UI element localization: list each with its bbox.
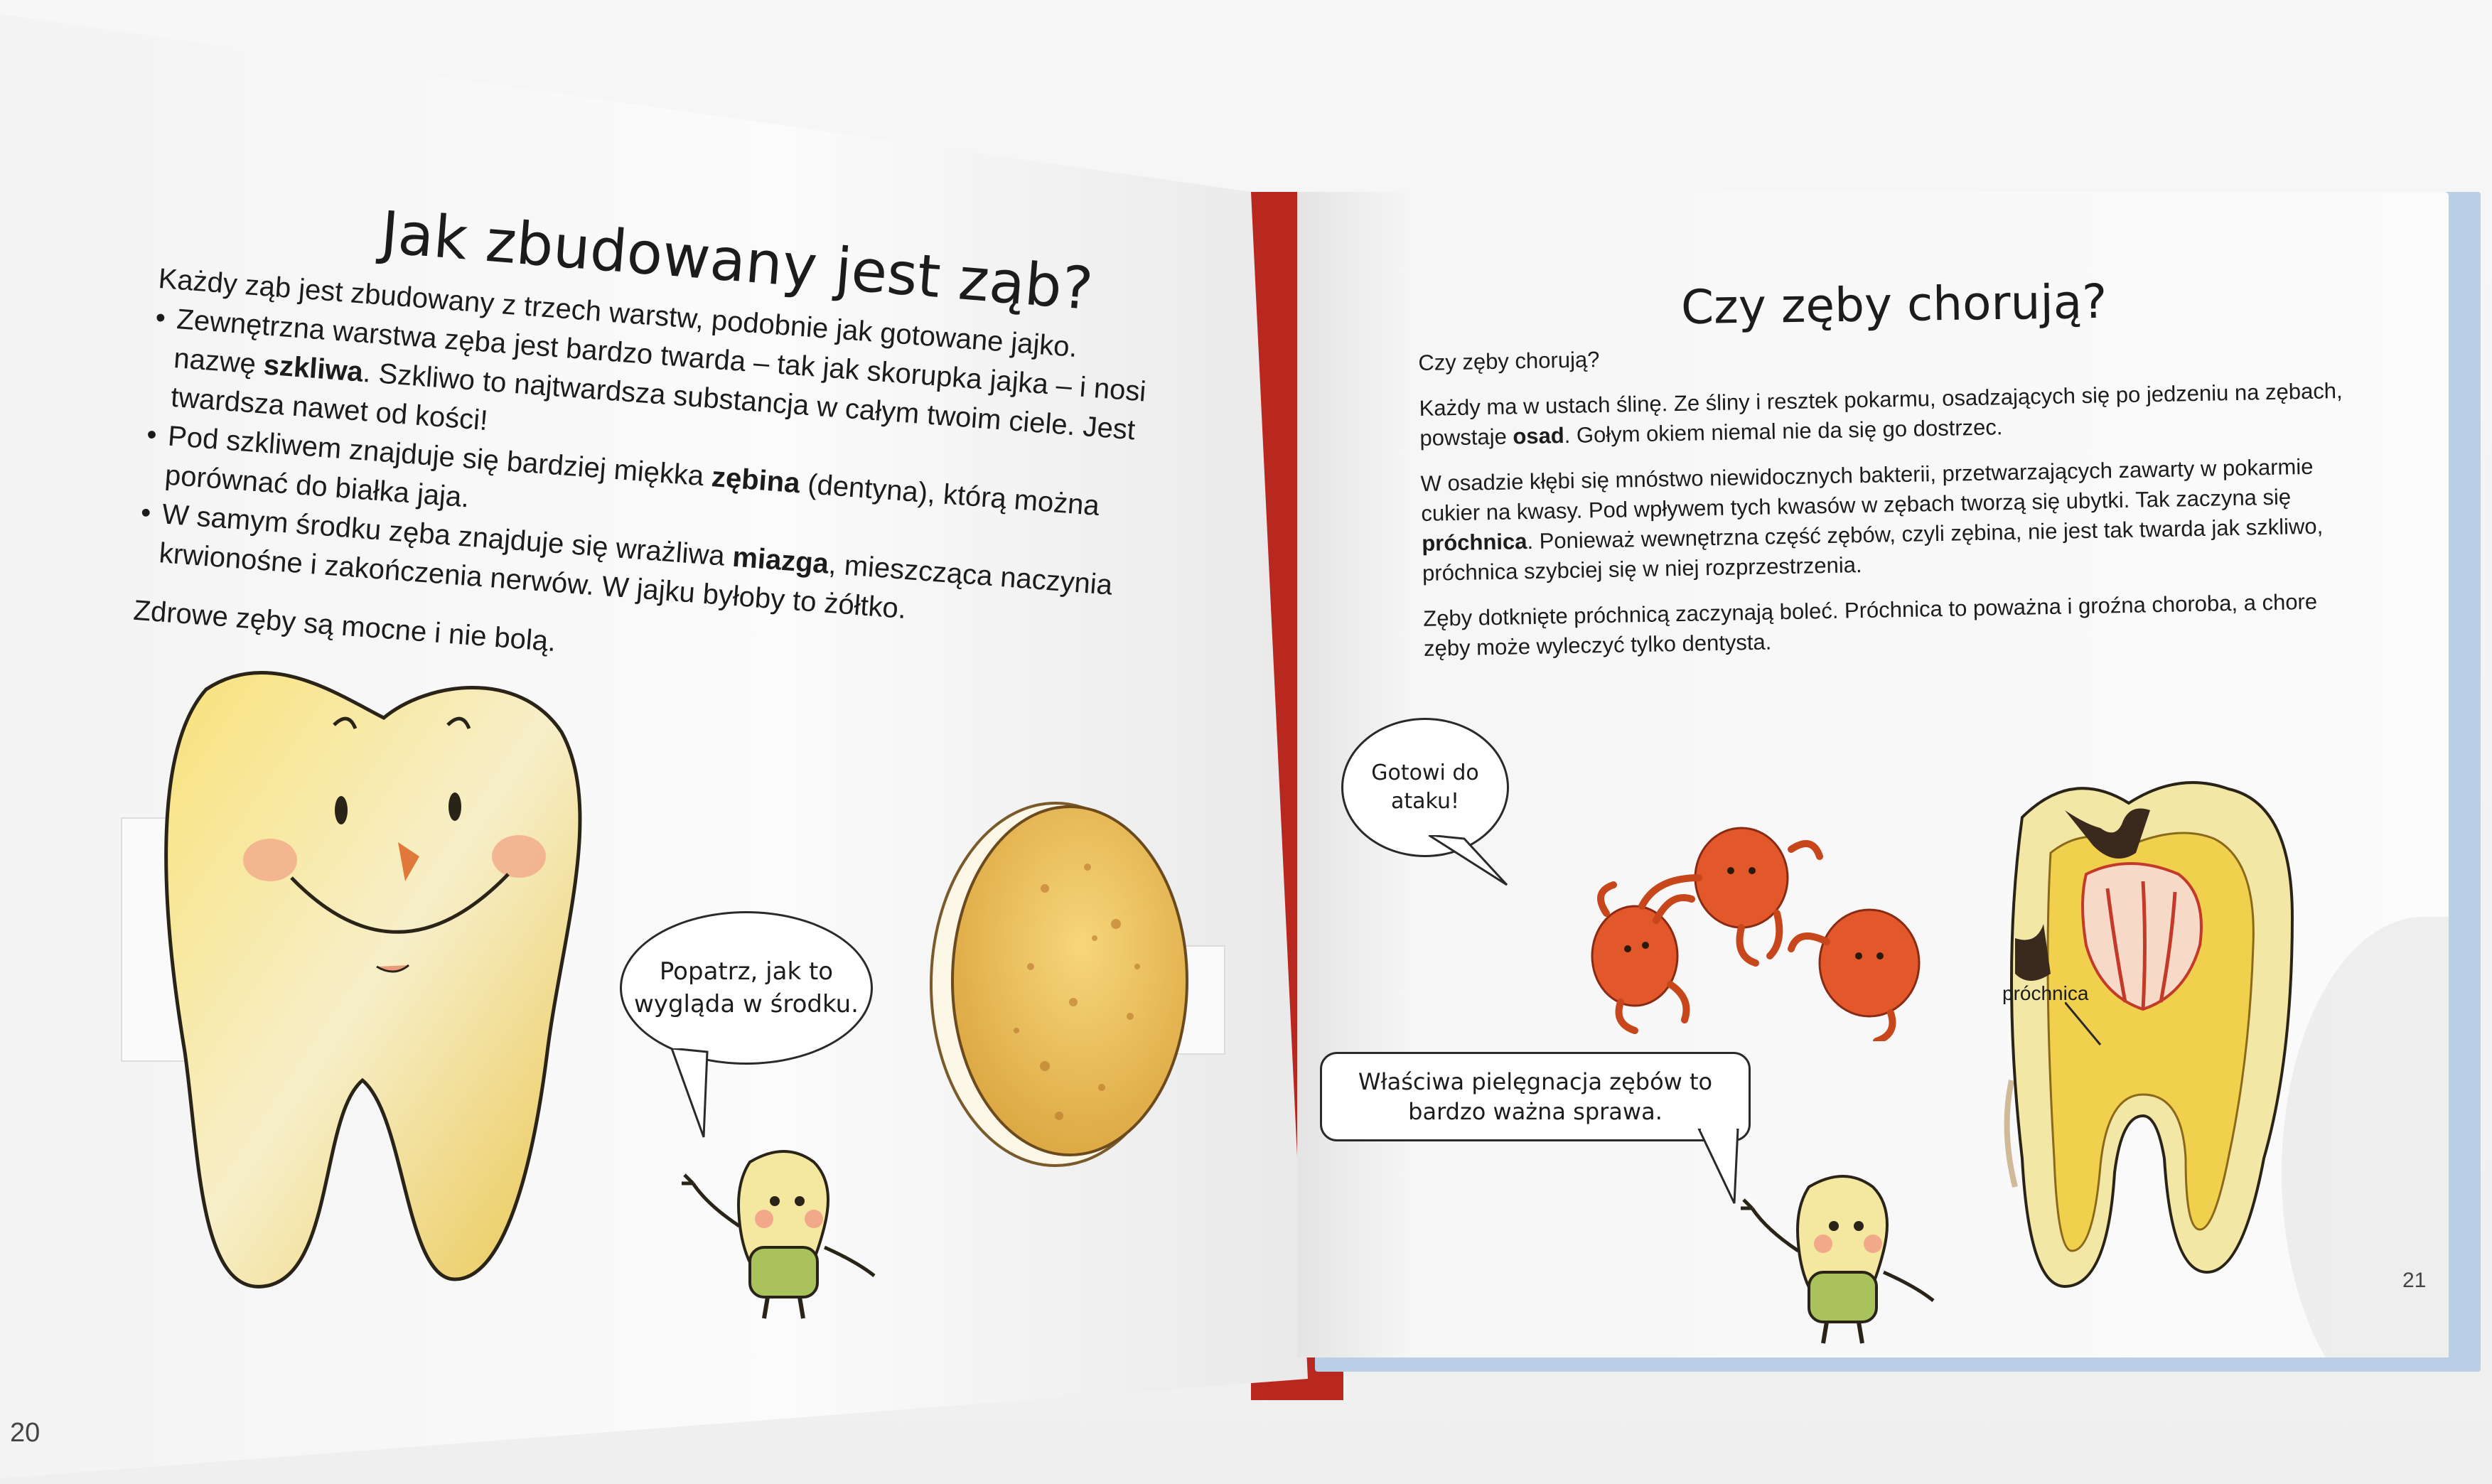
egg-flap[interactable] bbox=[903, 782, 1201, 1180]
right-page-title: Czy zęby chorują? bbox=[1680, 274, 2107, 335]
right-subtitle: Czy zęby chorują? bbox=[1418, 347, 1600, 375]
attack-bubble-tail bbox=[1429, 835, 1508, 886]
speech-bubble-look: Popatrz, jak to wygląda w środku. bbox=[620, 911, 873, 1065]
speech-bubble-tail bbox=[670, 1048, 709, 1138]
decay-label-line bbox=[2065, 1002, 2102, 1045]
left-page: Jak zbudowany jest ząb? Każdy ząb jest z… bbox=[0, 14, 1308, 1478]
paragraph-plaque: Każdy ma w ustach ślinę. Ze śliny i resz… bbox=[1419, 378, 2343, 451]
right-page-body: Czy zęby chorują? Każdy ma w ustach ślin… bbox=[1418, 330, 2363, 679]
speech-bubble-care: Właściwa pielęgnacja zębów to bardzo waż… bbox=[1320, 1052, 1751, 1141]
paragraph-dentist: Zęby dotknięte próchnicą zaczynają boleć… bbox=[1422, 588, 2318, 661]
tooth-mascot-icon-right bbox=[1741, 1175, 1935, 1344]
right-page: Czy zęby chorują? Czy zęby chorują? Każd… bbox=[1297, 192, 2449, 1357]
page-number-right: 21 bbox=[2402, 1269, 2427, 1292]
tooth-mascot-icon bbox=[682, 1150, 876, 1319]
page-number-left: 20 bbox=[10, 1418, 41, 1448]
left-page-body: Każdy ząb jest zbudowany z trzech warstw… bbox=[132, 259, 1195, 708]
paragraph-bacteria: W osadzie kłębi się mnóstwo niewidocznyc… bbox=[1420, 453, 2324, 586]
bacteria-icon bbox=[1591, 827, 1921, 1041]
smiling-tooth-flap[interactable] bbox=[121, 654, 611, 1315]
